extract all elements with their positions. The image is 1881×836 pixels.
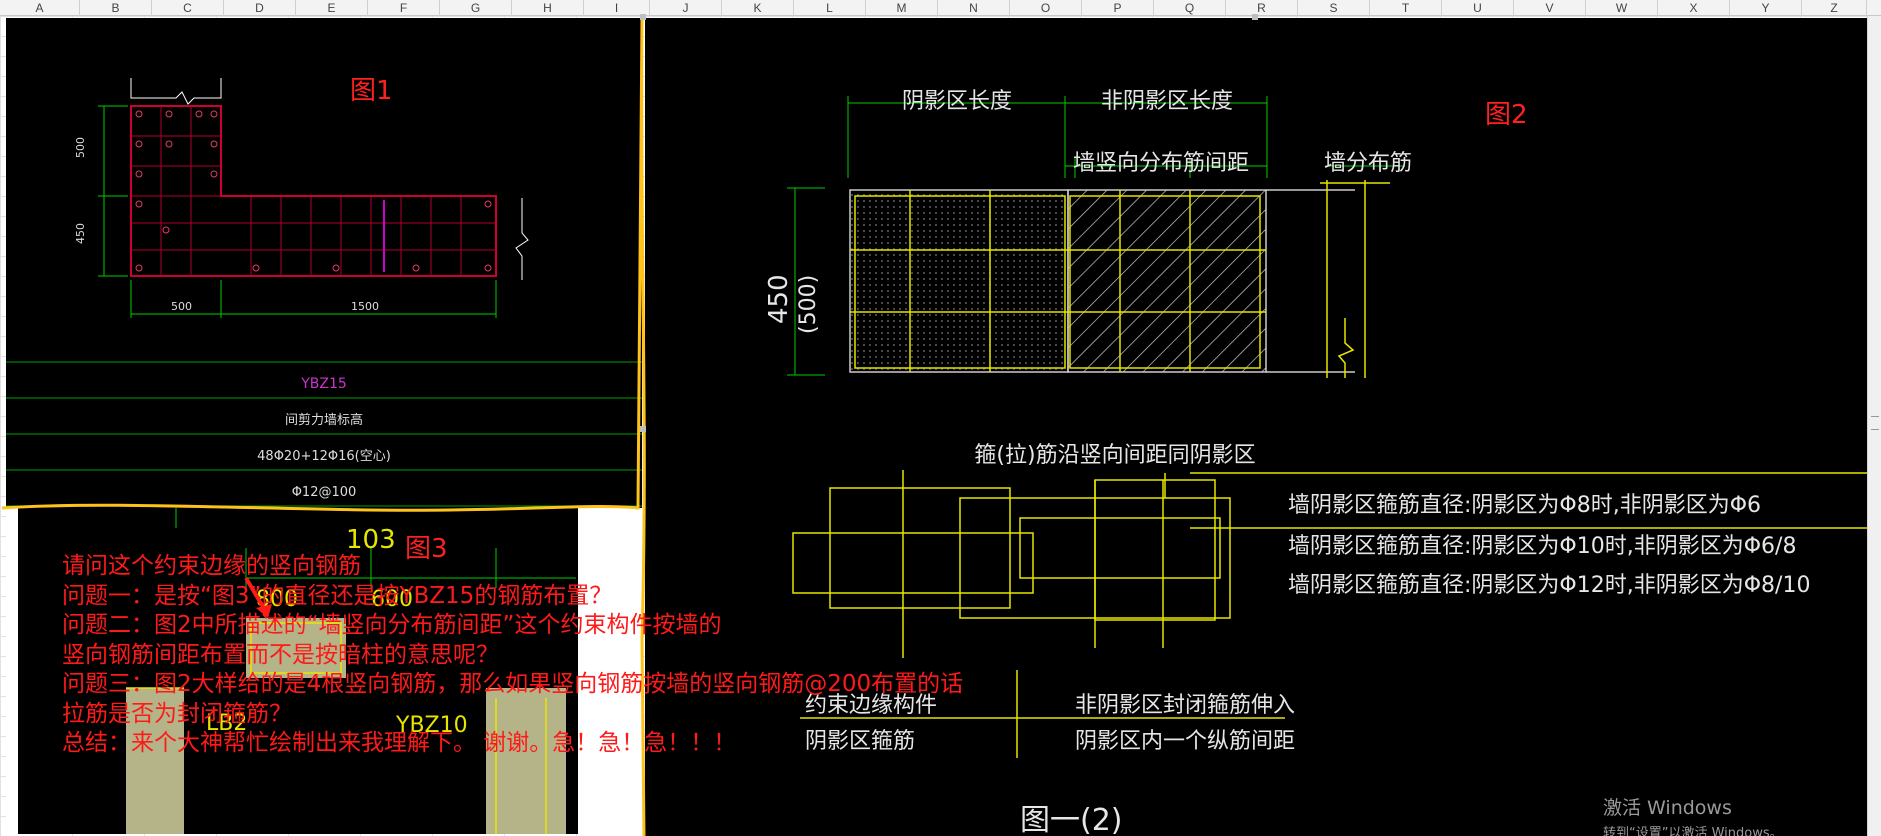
stirrup-detail <box>792 470 1867 758</box>
column-header-e[interactable]: E <box>296 0 368 16</box>
label-wall-vertical-spacing: 墙竖向分布筋间距 <box>1073 151 1249 176</box>
column-header-t[interactable]: T <box>1370 0 1442 16</box>
figure1-image[interactable]: 500 450 500 1500 YBZ15 间剪力墙标高 48Φ20+12Φ1… <box>6 18 642 508</box>
column-header-h[interactable]: H <box>512 0 584 16</box>
column-header-n[interactable]: N <box>938 0 1010 16</box>
table-member-name: YBZ15 <box>300 376 347 392</box>
question-line: 问题一：是按“图3”的直径还是按YBZ15的钢筋布置？ <box>62 582 613 609</box>
column-header-u[interactable]: U <box>1442 0 1514 16</box>
label-non-shadow-length: 非阴影区长度 <box>1101 89 1233 114</box>
wall-section-outline <box>130 105 497 277</box>
figure1-dimensions <box>98 105 497 318</box>
label-wall-distribution: 墙分布筋 <box>1324 151 1412 176</box>
question-line: 问题二：图2中所描述的“墙竖向分布筋间距”这个约束构件按墙的 <box>62 612 722 638</box>
question-text-box[interactable]: 请问这个约束边缘的竖向钢筋 问题一：是按“图3”的直径还是按YBZ15的钢筋布置… <box>62 552 964 759</box>
question-line: 拉筋是否为封闭箍筋？ <box>62 700 292 727</box>
column-header-f[interactable]: F <box>368 0 440 16</box>
shadow-zone <box>849 189 1069 373</box>
column-header-i[interactable]: I <box>584 0 650 16</box>
column-header-v[interactable]: V <box>1514 0 1586 16</box>
scroll-grip-icon[interactable] <box>1871 416 1879 430</box>
column-header-g[interactable]: G <box>440 0 512 16</box>
column-header-s[interactable]: S <box>1298 0 1370 16</box>
question-line: 问题三：图2大样给的是4根竖向钢筋，那么如果竖向钢筋按墙的竖向钢筋@200布置的… <box>62 671 964 697</box>
table-elevation: 间剪力墙标高 <box>285 412 363 428</box>
figure1-label: 图1 <box>350 76 393 106</box>
column-header-a[interactable]: A <box>0 0 80 16</box>
rule-line-1: 墙阴影区箍筋直径:阴影区为Φ8时,非阴影区为Φ6 <box>1288 493 1761 518</box>
column-header-w[interactable]: W <box>1586 0 1658 16</box>
table-stirrups: Φ12@100 <box>292 485 357 500</box>
question-line: 竖向钢筋间距布置而不是按暗柱的意思呢？ <box>62 641 499 668</box>
column-header-d[interactable]: D <box>224 0 296 16</box>
label-stirrup-spacing-note: 箍(拉)筋沿竖向间距同阴影区 <box>974 443 1255 468</box>
rule-line-2: 墙阴影区箍筋直径:阴影区为Φ10时,非阴影区为Φ6/8 <box>1288 534 1796 559</box>
figure2-caption: 图一(2) <box>1020 803 1123 836</box>
watermark-subtitle: 转到“设置”以激活 Windows。 <box>1603 826 1783 836</box>
column-header-r[interactable]: R <box>1226 0 1298 16</box>
question-line: 请问这个约束边缘的竖向钢筋 <box>62 553 361 579</box>
column-header-z[interactable]: Z <box>1802 0 1867 16</box>
label-non-shadow-spacing: 阴影区内一个纵筋间距 <box>1075 729 1295 754</box>
non-shadow-zone <box>1067 189 1267 373</box>
column-header-bar: ABCDEFGHIJKLMNOPQRSTUVWXYZ <box>0 0 1881 16</box>
column-header-x[interactable]: X <box>1658 0 1730 16</box>
column-header-y[interactable]: Y <box>1730 0 1802 16</box>
label-non-shadow-closed: 非阴影区封闭箍筋伸入 <box>1075 693 1295 718</box>
dim-500-horizontal: 500 <box>171 300 192 313</box>
figure3-label-103: 103 <box>346 525 396 555</box>
column-header-o[interactable]: O <box>1010 0 1082 16</box>
column-header-c[interactable]: C <box>152 0 224 16</box>
label-shadow-length: 阴影区长度 <box>902 89 1012 114</box>
question-line: 总结：来个大神帮忙绘制出来我理解下。 谢谢。急！急！急！！！ <box>62 730 737 756</box>
label-dim-450: 450 <box>764 274 794 324</box>
column-header-k[interactable]: K <box>722 0 794 16</box>
column-header-q[interactable]: Q <box>1154 0 1226 16</box>
rule-line-3: 墙阴影区箍筋直径:阴影区为Φ12时,非阴影区为Φ8/10 <box>1288 573 1810 598</box>
label-dim-500: (500) <box>796 275 821 334</box>
column-header-l[interactable]: L <box>794 0 866 16</box>
activate-windows-watermark: 激活 Windows 转到“设置”以激活 Windows。 <box>1603 793 1783 836</box>
dim-1500-horizontal: 1500 <box>351 300 379 313</box>
dim-500-vertical: 500 <box>74 137 87 158</box>
watermark-title: 激活 Windows <box>1603 797 1732 819</box>
dim-450-vertical: 450 <box>74 223 87 244</box>
column-header-j[interactable]: J <box>650 0 722 16</box>
figure2-label: 图2 <box>1485 100 1528 130</box>
column-header-b[interactable]: B <box>80 0 152 16</box>
column-header-m[interactable]: M <box>866 0 938 16</box>
table-longitudinal-bars: 48Φ20+12Φ16(空心) <box>257 449 391 464</box>
column-header-p[interactable]: P <box>1082 0 1154 16</box>
vertical-scrollbar[interactable] <box>1867 16 1881 836</box>
